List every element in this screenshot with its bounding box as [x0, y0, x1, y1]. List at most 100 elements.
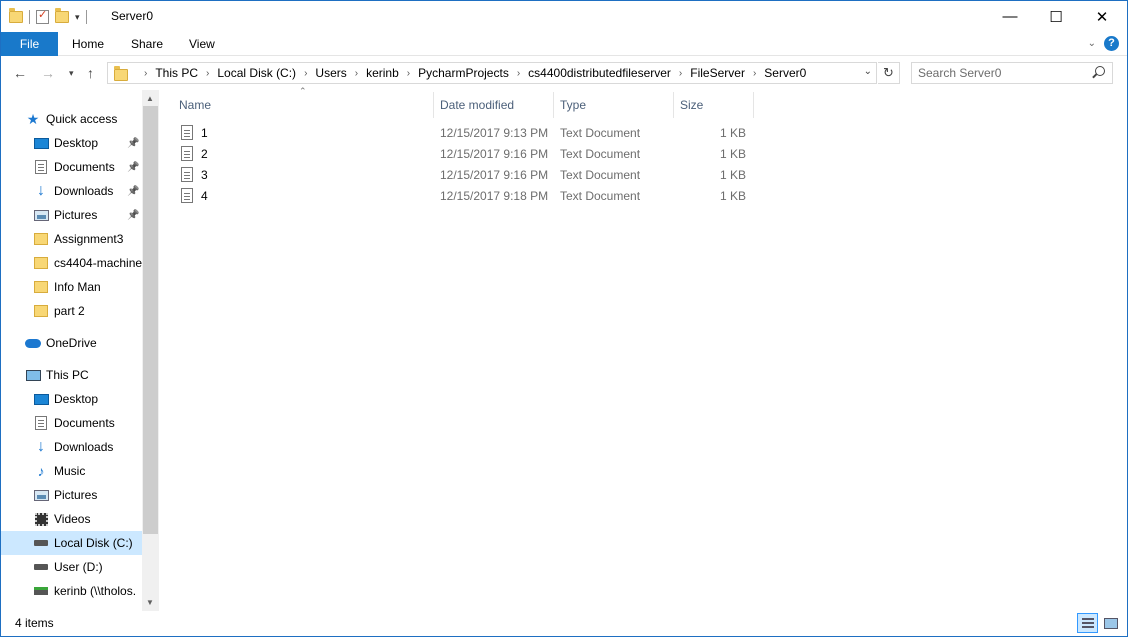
breadcrumb-item[interactable]: cs4400distributedfileserver	[528, 66, 671, 80]
expand-ribbon-chevron-icon[interactable]: ⌄	[1088, 38, 1096, 49]
breadcrumb-item[interactable]: This PC	[155, 66, 198, 80]
folder-icon[interactable]	[9, 8, 23, 23]
sidebar-item-user-d[interactable]: User (D:)	[1, 555, 142, 579]
properties-icon[interactable]	[36, 8, 49, 24]
sidebar-item-downloads[interactable]: ↓ Downloads	[1, 435, 142, 459]
column-divider[interactable]	[433, 92, 434, 118]
sidebar-item-kerinb-tholos[interactable]: kerinb (\\tholos.	[1, 579, 142, 603]
sidebar-item-label: This PC	[46, 368, 89, 382]
search-box[interactable]	[911, 62, 1113, 84]
help-icon[interactable]: ?	[1104, 36, 1119, 51]
file-date: 12/15/2017 9:18 PM	[440, 189, 549, 203]
column-header-date[interactable]: Date modified	[440, 92, 514, 118]
file-row[interactable]: 1 12/15/2017 9:13 PM Text Document 1 KB	[175, 122, 755, 143]
up-button[interactable]: ↑	[87, 65, 94, 81]
sidebar-item-part-2[interactable]: part 2	[1, 299, 142, 323]
column-divider[interactable]	[553, 92, 554, 118]
maximize-button[interactable]: ☐	[1033, 1, 1079, 32]
sidebar-item-this-pc[interactable]: This PC	[1, 363, 142, 387]
column-header-size[interactable]: Size	[680, 92, 703, 118]
large-icons-view-icon	[1104, 618, 1118, 629]
column-divider[interactable]	[673, 92, 674, 118]
forward-button[interactable]: →	[41, 65, 55, 81]
pin-icon[interactable]: 📌	[127, 138, 139, 149]
pin-icon[interactable]: 📌	[127, 186, 139, 197]
pin-icon[interactable]: 📌	[127, 210, 139, 221]
sidebar-item-assignment3[interactable]: Assignment3	[1, 227, 142, 251]
file-row[interactable]: 3 12/15/2017 9:16 PM Text Document 1 KB	[175, 164, 755, 185]
breadcrumb-separator-icon[interactable]: ›	[355, 68, 358, 79]
text-document-icon	[181, 188, 193, 203]
file-name: 1	[201, 126, 208, 140]
refresh-button[interactable]: ↻	[878, 62, 900, 84]
sidebar-item-desktop[interactable]: Desktop	[1, 387, 142, 411]
sidebar-item-documents[interactable]: Documents 📌	[1, 155, 142, 179]
sidebar-item-downloads[interactable]: ↓ Downloads 📌	[1, 179, 142, 203]
folder-icon-shape	[34, 305, 48, 317]
breadcrumb-item[interactable]: kerinb	[366, 66, 399, 80]
new-folder-icon[interactable]	[55, 8, 69, 23]
details-view-icon	[1082, 618, 1094, 628]
folder-icon-shape	[34, 257, 48, 269]
scroll-down-arrow-icon[interactable]: ▼	[146, 598, 154, 607]
sidebar-item-pictures[interactable]: Pictures 📌	[1, 203, 142, 227]
documents-icon	[33, 160, 49, 174]
close-button[interactable]: ✕	[1079, 1, 1125, 32]
customize-toolbar-arrow-icon[interactable]: ▾	[75, 12, 80, 23]
file-date: 12/15/2017 9:13 PM	[440, 126, 549, 140]
minimize-button[interactable]: —	[987, 1, 1033, 32]
search-input[interactable]	[918, 63, 1088, 83]
tab-file[interactable]: File	[1, 32, 58, 56]
sidebar-item-label: Desktop	[54, 392, 99, 406]
breadcrumb-separator-icon[interactable]: ›	[753, 68, 756, 79]
column-header-type[interactable]: Type	[560, 92, 586, 118]
desktop-icon	[33, 392, 49, 406]
scroll-up-arrow-icon[interactable]: ▲	[146, 94, 154, 103]
item-count: 4 items	[15, 616, 54, 630]
breadcrumb-separator-icon[interactable]: ›	[517, 68, 520, 79]
breadcrumb-item[interactable]: FileServer	[690, 66, 745, 80]
file-row[interactable]: 4 12/15/2017 9:18 PM Text Document 1 KB	[175, 185, 755, 206]
large-icons-view-button[interactable]	[1100, 613, 1121, 633]
nav-scrollbar[interactable]: ▲ ▼	[142, 90, 159, 611]
sidebar-item-documents[interactable]: Documents	[1, 411, 142, 435]
breadcrumb-item[interactable]: Local Disk (C:)	[217, 66, 296, 80]
back-button[interactable]: ←	[13, 65, 27, 81]
sidebar-item-quick-access[interactable]: ★ Quick access	[1, 107, 142, 131]
breadcrumb-item[interactable]: Server0	[764, 66, 806, 80]
sidebar-item-videos[interactable]: Videos	[1, 507, 142, 531]
breadcrumb-item[interactable]: PycharmProjects	[418, 66, 509, 80]
sort-ascending-icon: ⌃	[299, 86, 307, 96]
breadcrumb-separator-icon[interactable]: ›	[206, 68, 209, 79]
sidebar-item-local-disk-c[interactable]: Local Disk (C:)	[1, 531, 142, 555]
sidebar-item-cs4404-machine[interactable]: cs4404-machine	[1, 251, 142, 275]
address-dropdown-icon[interactable]: ⌄	[864, 66, 872, 77]
search-icon[interactable]	[1095, 66, 1105, 76]
tab-home[interactable]: Home	[60, 32, 116, 56]
drive-icon	[33, 560, 49, 574]
details-view-button[interactable]	[1077, 613, 1098, 633]
sidebar-item-pictures[interactable]: Pictures	[1, 483, 142, 507]
sidebar-item-music[interactable]: ♪ Music	[1, 459, 142, 483]
file-row[interactable]: 2 12/15/2017 9:16 PM Text Document 1 KB	[175, 143, 755, 164]
breadcrumb-item[interactable]: Users	[315, 66, 346, 80]
file-list: Name ⌃ Date modified Type Size 1 12/15/20…	[159, 86, 1127, 611]
tab-view[interactable]: View	[177, 32, 227, 56]
column-header-name[interactable]: Name	[179, 92, 211, 118]
title-bar: ▾ Server0 — ☐ ✕	[1, 1, 1127, 32]
sidebar-item-desktop[interactable]: Desktop 📌	[1, 131, 142, 155]
sidebar-item-info-man[interactable]: Info Man	[1, 275, 142, 299]
pin-icon[interactable]: 📌	[127, 162, 139, 173]
scroll-thumb[interactable]	[143, 106, 158, 534]
breadcrumb-separator-icon[interactable]: ›	[679, 68, 682, 79]
sidebar-item-label: OneDrive	[46, 336, 97, 350]
column-divider[interactable]	[753, 92, 754, 118]
breadcrumb-separator-icon[interactable]: ›	[304, 68, 307, 79]
tab-share[interactable]: Share	[119, 32, 175, 56]
address-bar[interactable]: › This PC › Local Disk (C:) › Users › kerinb › Py…	[107, 62, 877, 84]
sidebar-item-label: Assignment3	[54, 232, 124, 246]
sidebar-item-onedrive[interactable]: OneDrive	[1, 331, 142, 355]
breadcrumb-separator-icon[interactable]: ›	[407, 68, 410, 79]
recent-locations-chevron-icon[interactable]: ▾	[69, 68, 74, 79]
breadcrumb-separator-icon[interactable]: ›	[144, 68, 147, 79]
